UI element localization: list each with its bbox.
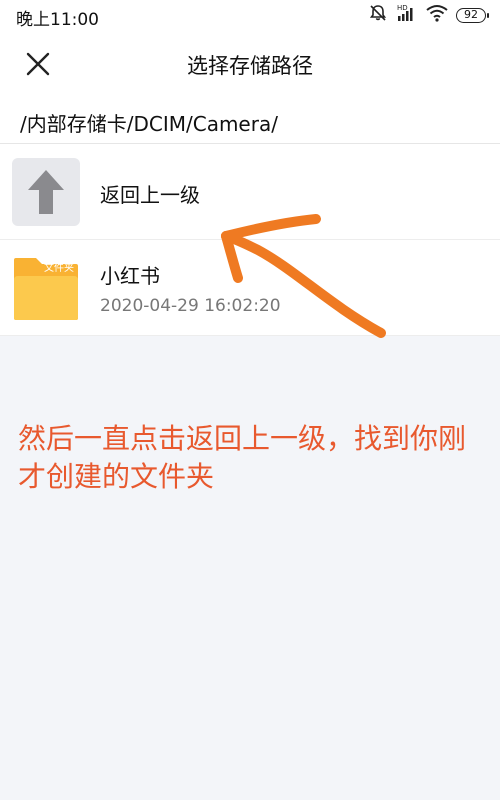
current-path: /内部存储卡/DCIM/Camera/ — [20, 112, 278, 136]
up-tile — [12, 158, 80, 226]
battery-icon: 92 — [456, 7, 489, 23]
folder-icon-label: 文件夹 — [44, 261, 74, 274]
folder-date: 2020-04-29 16:02:20 — [100, 296, 281, 316]
status-bar: 晚上11:00 HD 92 — [0, 0, 500, 32]
status-time: 晚上11:00 — [16, 10, 99, 30]
list-item-folder[interactable]: 文件夹 小红书 2020-04-29 16:02:20 — [0, 240, 500, 336]
status-icons: HD 92 — [368, 3, 489, 27]
breadcrumb: /内部存储卡/DCIM/Camera/ — [0, 96, 500, 144]
list-item-label: 返回上一级 — [100, 183, 200, 207]
signal-hd-icon: HD — [396, 3, 418, 27]
annotation-text: 然后一直点击返回上一级，找到你刚才创建的文件夹 — [18, 422, 467, 493]
list-item-go-up[interactable]: 返回上一级 — [0, 144, 500, 240]
page-title: 选择存储路径 — [187, 54, 313, 78]
wifi-icon — [426, 4, 448, 26]
up-arrow-icon — [28, 170, 64, 214]
folder-name: 小红书 — [100, 264, 160, 288]
folder-icon: 文件夹 — [12, 254, 80, 322]
app-bar: 选择存储路径 — [0, 32, 500, 96]
file-list: 返回上一级 文件夹 小红书 2020-04-29 16:02:20 — [0, 144, 500, 336]
hd-label: HD — [397, 4, 408, 12]
alarm-off-icon — [368, 3, 388, 27]
